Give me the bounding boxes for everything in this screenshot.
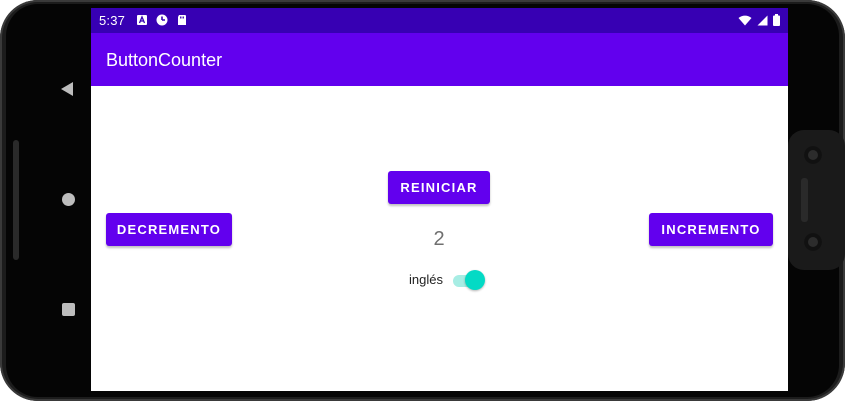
reset-button[interactable]: REINICIAR: [388, 171, 490, 204]
signal-icon: [757, 15, 768, 25]
a-badge-icon: [137, 15, 147, 25]
recents-icon[interactable]: [62, 303, 75, 316]
front-camera-icon: [804, 146, 822, 164]
pie-clock-icon: [156, 14, 168, 26]
sensor-icon: [804, 233, 822, 251]
decrement-button[interactable]: DECREMENTO: [106, 213, 232, 246]
battery-icon: [773, 14, 780, 26]
back-icon[interactable]: [61, 82, 73, 96]
app-bar: ButtonCounter: [91, 33, 788, 86]
system-icons: [738, 14, 780, 26]
wifi-icon: [738, 15, 752, 25]
language-switch[interactable]: [453, 270, 487, 290]
notification-icons: [136, 14, 188, 26]
app-title: ButtonCounter: [106, 50, 223, 70]
side-button: [13, 140, 19, 260]
increment-button[interactable]: INCREMENTO: [649, 213, 773, 246]
counter-value: 2: [433, 228, 445, 250]
main-content: REINICIAR DECREMENTO INCREMENTO 2 inglés: [91, 86, 788, 391]
status-time: 5:37: [99, 13, 126, 28]
home-icon[interactable]: [62, 193, 75, 206]
speaker-grille: [801, 178, 808, 222]
switch-thumb: [465, 270, 485, 290]
app-screen: 5:37 ButtonCounter REINICIAR DECREMENTO …: [91, 8, 788, 391]
language-switch-label: inglés: [409, 272, 443, 287]
sd-card-icon: [178, 15, 186, 25]
status-bar: 5:37: [91, 8, 788, 33]
